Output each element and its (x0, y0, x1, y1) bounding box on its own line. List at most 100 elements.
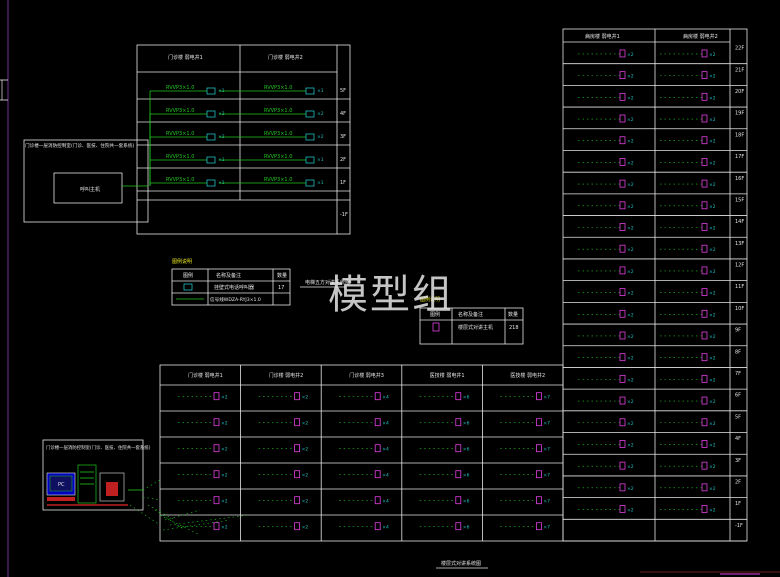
floor-intercom-device (619, 223, 626, 231)
device-count: ×2 (221, 525, 228, 531)
floor-intercom-device (701, 201, 708, 210)
floor-label: 4F (735, 436, 741, 442)
watermark-text: 模型组 (328, 272, 454, 318)
floor-label: 22F (735, 46, 744, 52)
bottom-table-header: 医技楼 弱电井1 (430, 372, 465, 379)
device-count: ×2 (709, 74, 716, 80)
floor-intercom-device (455, 522, 462, 531)
device-count: ×6 (463, 499, 470, 505)
device-count: ×2 (627, 74, 634, 80)
device-count: ×2 (302, 473, 309, 479)
intercom-device (305, 110, 315, 118)
cable-label: RVVP3×1.0 (166, 177, 194, 183)
floor-intercom-device (213, 470, 220, 479)
floor-intercom-device (619, 396, 626, 405)
intercom-device (305, 156, 315, 164)
floor-intercom-device (619, 418, 626, 427)
device-count: ×2 (709, 117, 716, 123)
floor-intercom-device (294, 444, 301, 453)
floor-label: 15F (735, 197, 744, 203)
floor-intercom-device (701, 92, 708, 101)
title-block-edge (563, 540, 780, 575)
floor-intercom-device (536, 444, 542, 453)
device-count: ×2 (709, 334, 716, 340)
bottom-table-header: 门诊楼 弱电井2 (269, 372, 304, 379)
floor-intercom-device (701, 244, 708, 253)
floor-intercom-device (213, 522, 220, 531)
floor-intercom-device (701, 461, 708, 470)
device-count: ×2 (221, 421, 228, 427)
device-count: ×2 (627, 312, 634, 318)
floor-intercom-device (213, 496, 220, 505)
intercom-device (206, 110, 216, 118)
floor-intercom-device (619, 461, 626, 470)
device-count: ×2 (221, 473, 228, 479)
device-count: ×4 (382, 421, 389, 427)
panel1-floor-label: 3F (340, 134, 346, 140)
device-count: ×2 (302, 525, 309, 531)
floor-intercom-device (374, 444, 381, 453)
device-count: ×2 (302, 421, 309, 427)
device-count: ×2 (709, 312, 716, 318)
trunk-hatching (129, 479, 251, 536)
device-count: ×2 (627, 508, 634, 514)
intercom-device (305, 133, 315, 141)
floor-intercom-device (536, 522, 542, 531)
device-count: ×4 (382, 395, 389, 401)
legend2-header-qty: 数量 (508, 311, 518, 318)
panel1-floor-label: 5F (340, 88, 346, 94)
floor-intercom-device (701, 309, 708, 318)
device-count: ×6 (463, 395, 470, 401)
legend1-header-qty: 数量 (277, 272, 287, 279)
floor-label: 21F (735, 67, 744, 73)
floor-intercom-device (455, 392, 462, 401)
device-count: ×7 (543, 447, 550, 453)
legend2-header-name: 名称及备注 (458, 311, 483, 318)
cable-label: RVVP3×1.0 (264, 108, 292, 114)
floor-label: 17F (735, 154, 744, 160)
floor-label: 9F (735, 328, 741, 334)
legend1-row1-qty: 17 (278, 285, 284, 291)
device-count: ×2 (627, 52, 634, 58)
device-count: ×2 (627, 160, 634, 166)
device-count: ×2 (627, 117, 634, 123)
device-count: ×4 (382, 473, 389, 479)
floor-intercom-device (536, 496, 542, 505)
floor-intercom-device (374, 392, 381, 401)
panel1-floor-label: -1F (340, 212, 348, 218)
floor-intercom-device (701, 483, 708, 492)
floor-intercom-device (701, 114, 708, 123)
device-count: ×2 (709, 160, 716, 166)
floor-intercom-device (374, 418, 381, 427)
floor-intercom-device (374, 522, 381, 531)
panel1-floor-label: 2F (340, 157, 346, 163)
floor-label: 7F (735, 371, 741, 377)
floor-intercom-device (619, 266, 626, 275)
floor-intercom-device (701, 266, 708, 275)
device-count: ×2 (709, 52, 716, 58)
device-count: ×2 (221, 499, 228, 505)
floor-intercom-device (455, 470, 462, 479)
floor-intercom-device (619, 49, 626, 58)
device-count: ×2 (627, 139, 634, 145)
floor-label: 3F (735, 458, 741, 464)
floor-intercom-device (701, 505, 708, 513)
device-count: ×2 (627, 421, 634, 427)
floor-intercom-device (619, 158, 626, 166)
cable-label: RVVP3×1.0 (264, 177, 292, 183)
floor-label: 12F (735, 263, 744, 269)
device-count: ×2 (221, 447, 228, 453)
floor-intercom-device (619, 505, 626, 513)
floor-label: 5F (735, 414, 741, 420)
floor-intercom-device (701, 440, 708, 448)
floor-intercom-device (213, 418, 220, 427)
device-count: ×2 (317, 111, 324, 117)
floor-intercom-device (294, 496, 301, 505)
legend1-row1-name: 挂壁式电话呼叫器 (214, 284, 254, 291)
device-count: ×2 (709, 225, 716, 231)
floor-intercom-device (701, 331, 708, 340)
panel1-col-header-1: 门诊楼 弱电井1 (168, 54, 203, 61)
floor-intercom-device (294, 392, 301, 401)
intercom-device (206, 156, 216, 164)
intercom-device (206, 133, 216, 141)
